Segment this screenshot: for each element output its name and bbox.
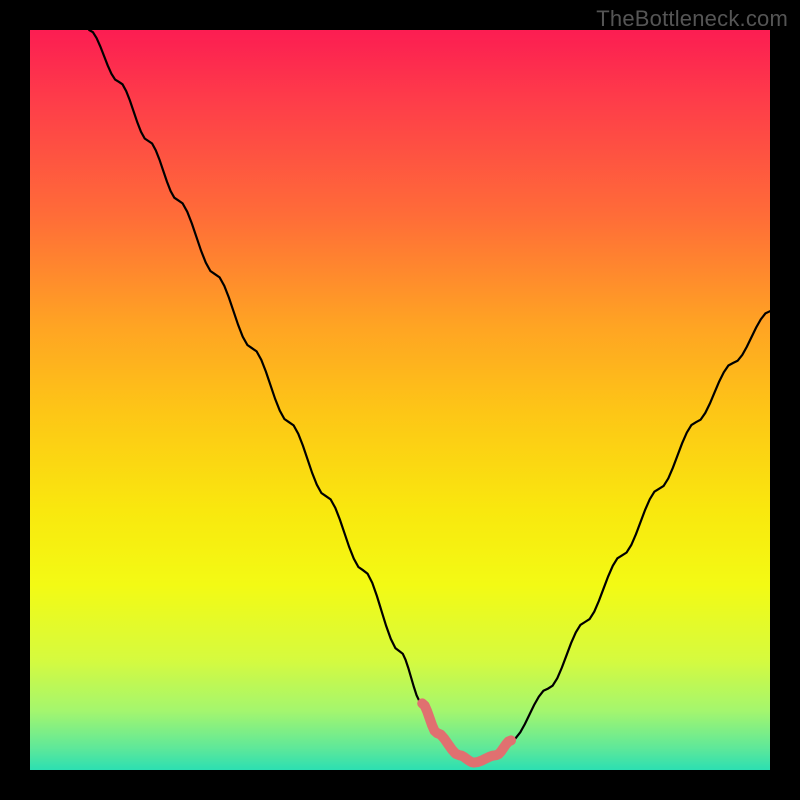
bottleneck-curve-line	[89, 30, 770, 763]
curve-svg	[30, 30, 770, 770]
optimal-band-marker-line	[422, 703, 511, 762]
chart-frame: TheBottleneck.com	[0, 0, 800, 800]
watermark-text: TheBottleneck.com	[596, 6, 788, 32]
plot-area	[30, 30, 770, 770]
